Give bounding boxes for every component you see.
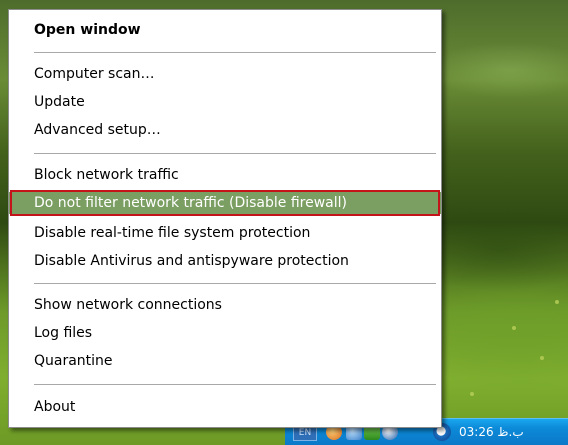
wallpaper-detail <box>470 392 474 396</box>
clock[interactable]: 03:26 ب.ظ <box>459 425 524 439</box>
menu-item-disable-antivirus[interactable]: Disable Antivirus and antispyware protec… <box>9 250 441 272</box>
menu-item-about[interactable]: About <box>9 396 441 418</box>
menu-item-log-files[interactable]: Log files <box>9 322 441 344</box>
tray-context-menu: Open window Computer scan… Update Advanc… <box>8 9 442 428</box>
menu-separator <box>34 283 436 284</box>
menu-item-disable-realtime-protection[interactable]: Disable real-time file system protection <box>9 222 441 244</box>
menu-separator <box>34 52 436 53</box>
wallpaper-detail <box>555 300 559 304</box>
menu-item-update[interactable]: Update <box>9 91 441 113</box>
menu-item-computer-scan[interactable]: Computer scan… <box>9 63 441 85</box>
menu-separator <box>34 153 436 154</box>
menu-item-quarantine[interactable]: Quarantine <box>9 350 441 372</box>
menu-item-open-window[interactable]: Open window <box>9 19 441 41</box>
wallpaper-detail <box>512 326 516 330</box>
wallpaper-detail <box>540 356 544 360</box>
menu-item-block-network-traffic[interactable]: Block network traffic <box>9 164 441 186</box>
highlight-annotation-frame <box>10 190 440 216</box>
menu-item-show-network-connections[interactable]: Show network connections <box>9 294 441 316</box>
menu-item-advanced-setup[interactable]: Advanced setup… <box>9 119 441 141</box>
menu-separator <box>34 384 436 385</box>
